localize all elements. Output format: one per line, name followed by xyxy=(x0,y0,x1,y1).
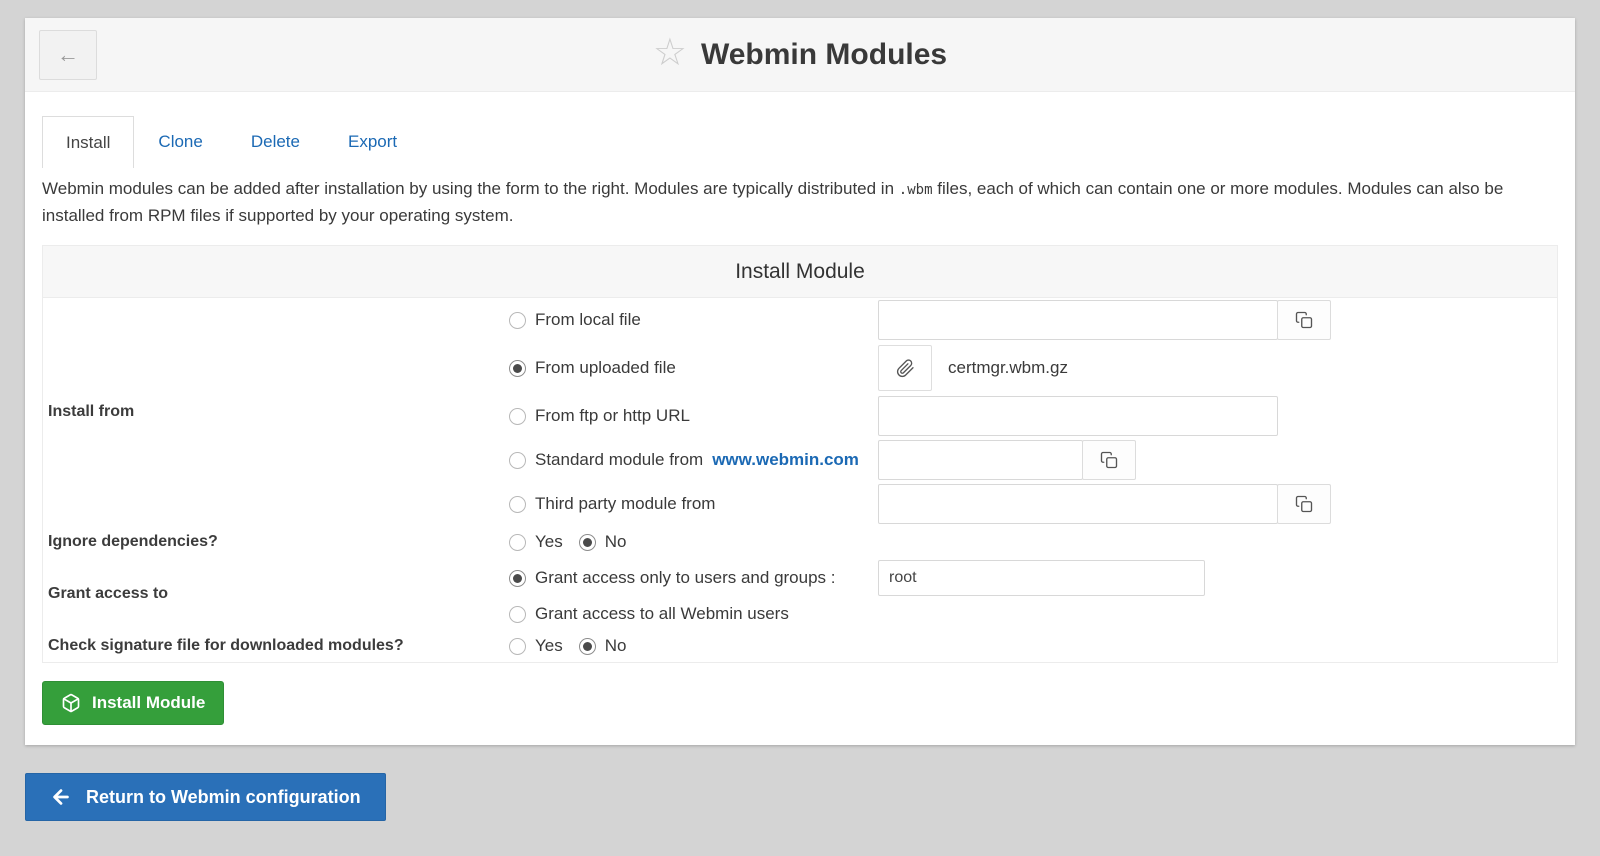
radio-unchecked-icon xyxy=(509,452,526,469)
back-button[interactable]: ← xyxy=(39,30,97,80)
option-ftp-url: From ftp or http URL xyxy=(509,394,1557,438)
third-party-chooser-button[interactable] xyxy=(1277,484,1331,524)
radio-unchecked-icon xyxy=(509,312,526,329)
radio-grant-users[interactable]: Grant access only to users and groups : xyxy=(509,568,878,588)
standard-module-chooser-button[interactable] xyxy=(1082,440,1136,480)
tab-clone[interactable]: Clone xyxy=(134,116,226,168)
radio-label: No xyxy=(605,532,627,552)
radio-checked-icon xyxy=(509,360,526,377)
radio-label: Grant access only to users and groups : xyxy=(535,568,836,588)
back-arrow-icon: ← xyxy=(57,42,79,68)
radio-standard-module[interactable]: Standard module from www.webmin.com xyxy=(509,450,878,470)
radio-label: Standard module from xyxy=(535,450,703,470)
radio-signature-yes[interactable]: Yes xyxy=(509,636,563,656)
tab-delete[interactable]: Delete xyxy=(227,116,324,168)
radio-from-url[interactable]: From ftp or http URL xyxy=(509,406,878,426)
uploaded-file-name: certmgr.wbm.gz xyxy=(948,358,1068,378)
panel-body: Install Clone Delete Export Webmin modul… xyxy=(25,92,1575,745)
grant-users-input[interactable] xyxy=(878,560,1205,596)
radio-ignore-deps-yes[interactable]: Yes xyxy=(509,532,563,552)
tab-bar: Install Clone Delete Export xyxy=(42,116,1558,168)
intro-text: Webmin modules can be added after instal… xyxy=(42,176,1558,229)
radio-checked-icon xyxy=(579,534,596,551)
third-party-input[interactable] xyxy=(878,484,1278,524)
arrow-left-icon xyxy=(50,786,72,808)
radio-checked-icon xyxy=(509,570,526,587)
radio-unchecked-icon xyxy=(509,408,526,425)
tab-export[interactable]: Export xyxy=(324,116,421,168)
radio-from-local-file[interactable]: From local file xyxy=(509,310,878,330)
radio-label: From uploaded file xyxy=(535,358,676,378)
option-standard-module: Standard module from www.webmin.com xyxy=(509,438,1557,482)
radio-unchecked-icon xyxy=(509,606,526,623)
file-chooser-button[interactable] xyxy=(1277,300,1331,340)
favorite-star-icon[interactable]: ☆ xyxy=(653,34,687,72)
panel-header: ← ☆ Webmin Modules xyxy=(25,18,1575,92)
main-panel: ← ☆ Webmin Modules Install Clone Delete … xyxy=(25,18,1575,745)
option-uploaded-file: From uploaded file certmgr.wbm.gz xyxy=(509,342,1557,394)
radio-signature-no[interactable]: No xyxy=(579,636,627,656)
radio-unchecked-icon xyxy=(509,638,526,655)
radio-label: Yes xyxy=(535,636,563,656)
wbm-extension-code: .wbm xyxy=(899,182,933,198)
radio-third-party[interactable]: Third party module from xyxy=(509,494,878,514)
radio-label: From local file xyxy=(535,310,641,330)
copy-files-icon xyxy=(1100,451,1118,469)
check-signature-row: Check signature file for downloaded modu… xyxy=(43,630,1557,662)
copy-files-icon xyxy=(1295,495,1313,513)
install-module-button-label: Install Module xyxy=(92,693,205,713)
radio-label: Yes xyxy=(535,532,563,552)
radio-from-uploaded-file[interactable]: From uploaded file xyxy=(509,358,878,378)
radio-label: No xyxy=(605,636,627,656)
paperclip-icon xyxy=(896,359,915,378)
ignore-dependencies-row: Ignore dependencies? Yes No xyxy=(43,526,1557,558)
standard-module-input[interactable] xyxy=(878,440,1083,480)
grant-access-row: Grant access to Grant access only to use… xyxy=(43,558,1557,630)
install-module-button[interactable]: Install Module xyxy=(42,681,224,725)
intro-part1: Webmin modules can be added after instal… xyxy=(42,179,894,198)
option-third-party: Third party module from xyxy=(509,482,1557,526)
return-to-webmin-config-button[interactable]: Return to Webmin configuration xyxy=(25,773,386,821)
package-icon xyxy=(61,693,81,713)
upload-file-button[interactable] xyxy=(878,345,932,391)
install-from-row: Install from From local file xyxy=(43,298,1557,526)
url-input[interactable] xyxy=(878,396,1278,436)
radio-label: Grant access to all Webmin users xyxy=(535,604,789,624)
ignore-dependencies-label: Ignore dependencies? xyxy=(43,533,509,551)
tab-install[interactable]: Install xyxy=(42,116,134,168)
check-signature-label: Check signature file for downloaded modu… xyxy=(43,637,509,655)
radio-label: From ftp or http URL xyxy=(535,406,690,426)
radio-ignore-deps-no[interactable]: No xyxy=(579,532,627,552)
radio-unchecked-icon xyxy=(509,496,526,513)
grant-access-label: Grant access to xyxy=(43,585,509,603)
install-module-form: Install Module Install from From local f… xyxy=(42,245,1558,663)
title-area: ☆ Webmin Modules xyxy=(25,18,1575,91)
radio-grant-all[interactable]: Grant access to all Webmin users xyxy=(509,604,878,624)
local-file-input[interactable] xyxy=(878,300,1278,340)
radio-checked-icon xyxy=(579,638,596,655)
copy-files-icon xyxy=(1295,311,1313,329)
return-button-label: Return to Webmin configuration xyxy=(86,787,361,808)
form-title: Install Module xyxy=(43,246,1557,298)
radio-label: Third party module from xyxy=(535,494,715,514)
install-from-label: Install from xyxy=(43,403,509,421)
radio-unchecked-icon xyxy=(509,534,526,551)
webmin-com-link[interactable]: www.webmin.com xyxy=(712,450,859,470)
option-local-file: From local file xyxy=(509,298,1557,342)
page-title: Webmin Modules xyxy=(701,38,947,72)
